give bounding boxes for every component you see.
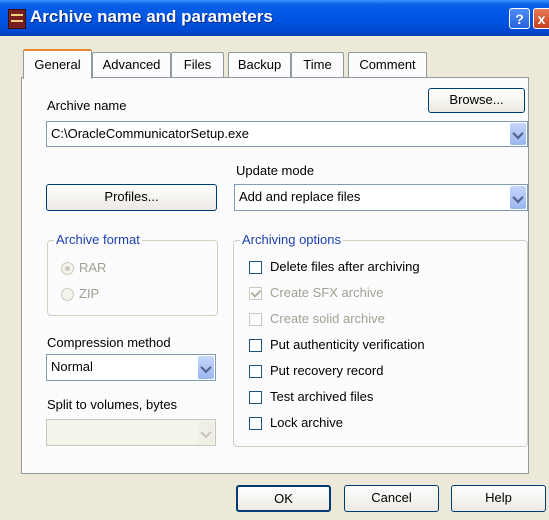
chevron-down-icon	[198, 421, 214, 444]
archive-name-label: Archive name	[47, 98, 127, 113]
rar-radio[interactable]	[61, 262, 74, 275]
create-solid-label: Create solid archive	[270, 311, 385, 326]
split-volumes-label: Split to volumes, bytes	[47, 397, 178, 412]
zip-radio[interactable]	[61, 288, 74, 301]
authenticity-verification-checkbox[interactable]	[249, 339, 262, 352]
lock-archive-label: Lock archive	[270, 415, 343, 430]
compression-method-value: Normal	[51, 359, 93, 374]
update-mode-value: Add and replace files	[239, 189, 361, 204]
archive-name-value: C:\OracleCommunicatorSetup.exe	[51, 126, 249, 141]
compression-method-label: Compression method	[47, 335, 171, 350]
split-volumes-combo[interactable]	[46, 419, 216, 446]
test-archived-files-label: Test archived files	[270, 389, 374, 404]
create-sfx-checkbox[interactable]	[249, 287, 262, 300]
create-solid-checkbox[interactable]	[249, 313, 262, 326]
rar-label: RAR	[79, 260, 107, 275]
authenticity-verification-label: Put authenticity verification	[270, 337, 425, 352]
compression-method-combo[interactable]: Normal	[46, 354, 216, 381]
delete-files-checkbox[interactable]	[249, 261, 262, 274]
recovery-record-label: Put recovery record	[270, 363, 384, 378]
chevron-down-icon[interactable]	[510, 186, 526, 209]
update-mode-combo[interactable]: Add and replace files	[234, 184, 528, 211]
create-sfx-label: Create SFX archive	[270, 285, 384, 300]
archive-format-group: Archive format	[47, 232, 218, 316]
lock-archive-checkbox[interactable]	[249, 417, 262, 430]
update-mode-label: Update mode	[236, 163, 315, 178]
chevron-down-icon[interactable]	[198, 356, 214, 379]
profiles-button[interactable]: Profiles...	[46, 184, 217, 211]
dialog-window: Archive name and parameters ? x General …	[0, 0, 549, 520]
zip-label: ZIP	[79, 286, 100, 301]
archive-format-title: Archive format	[54, 232, 142, 247]
recovery-record-checkbox[interactable]	[249, 365, 262, 378]
chevron-down-icon[interactable]	[510, 123, 526, 145]
test-archived-files-checkbox[interactable]	[249, 391, 262, 404]
archive-name-combo[interactable]: C:\OracleCommunicatorSetup.exe	[46, 121, 528, 147]
browse-button[interactable]: Browse...	[428, 88, 525, 113]
archiving-options-title: Archiving options	[240, 232, 343, 247]
delete-files-label: Delete files after archiving	[270, 259, 420, 274]
